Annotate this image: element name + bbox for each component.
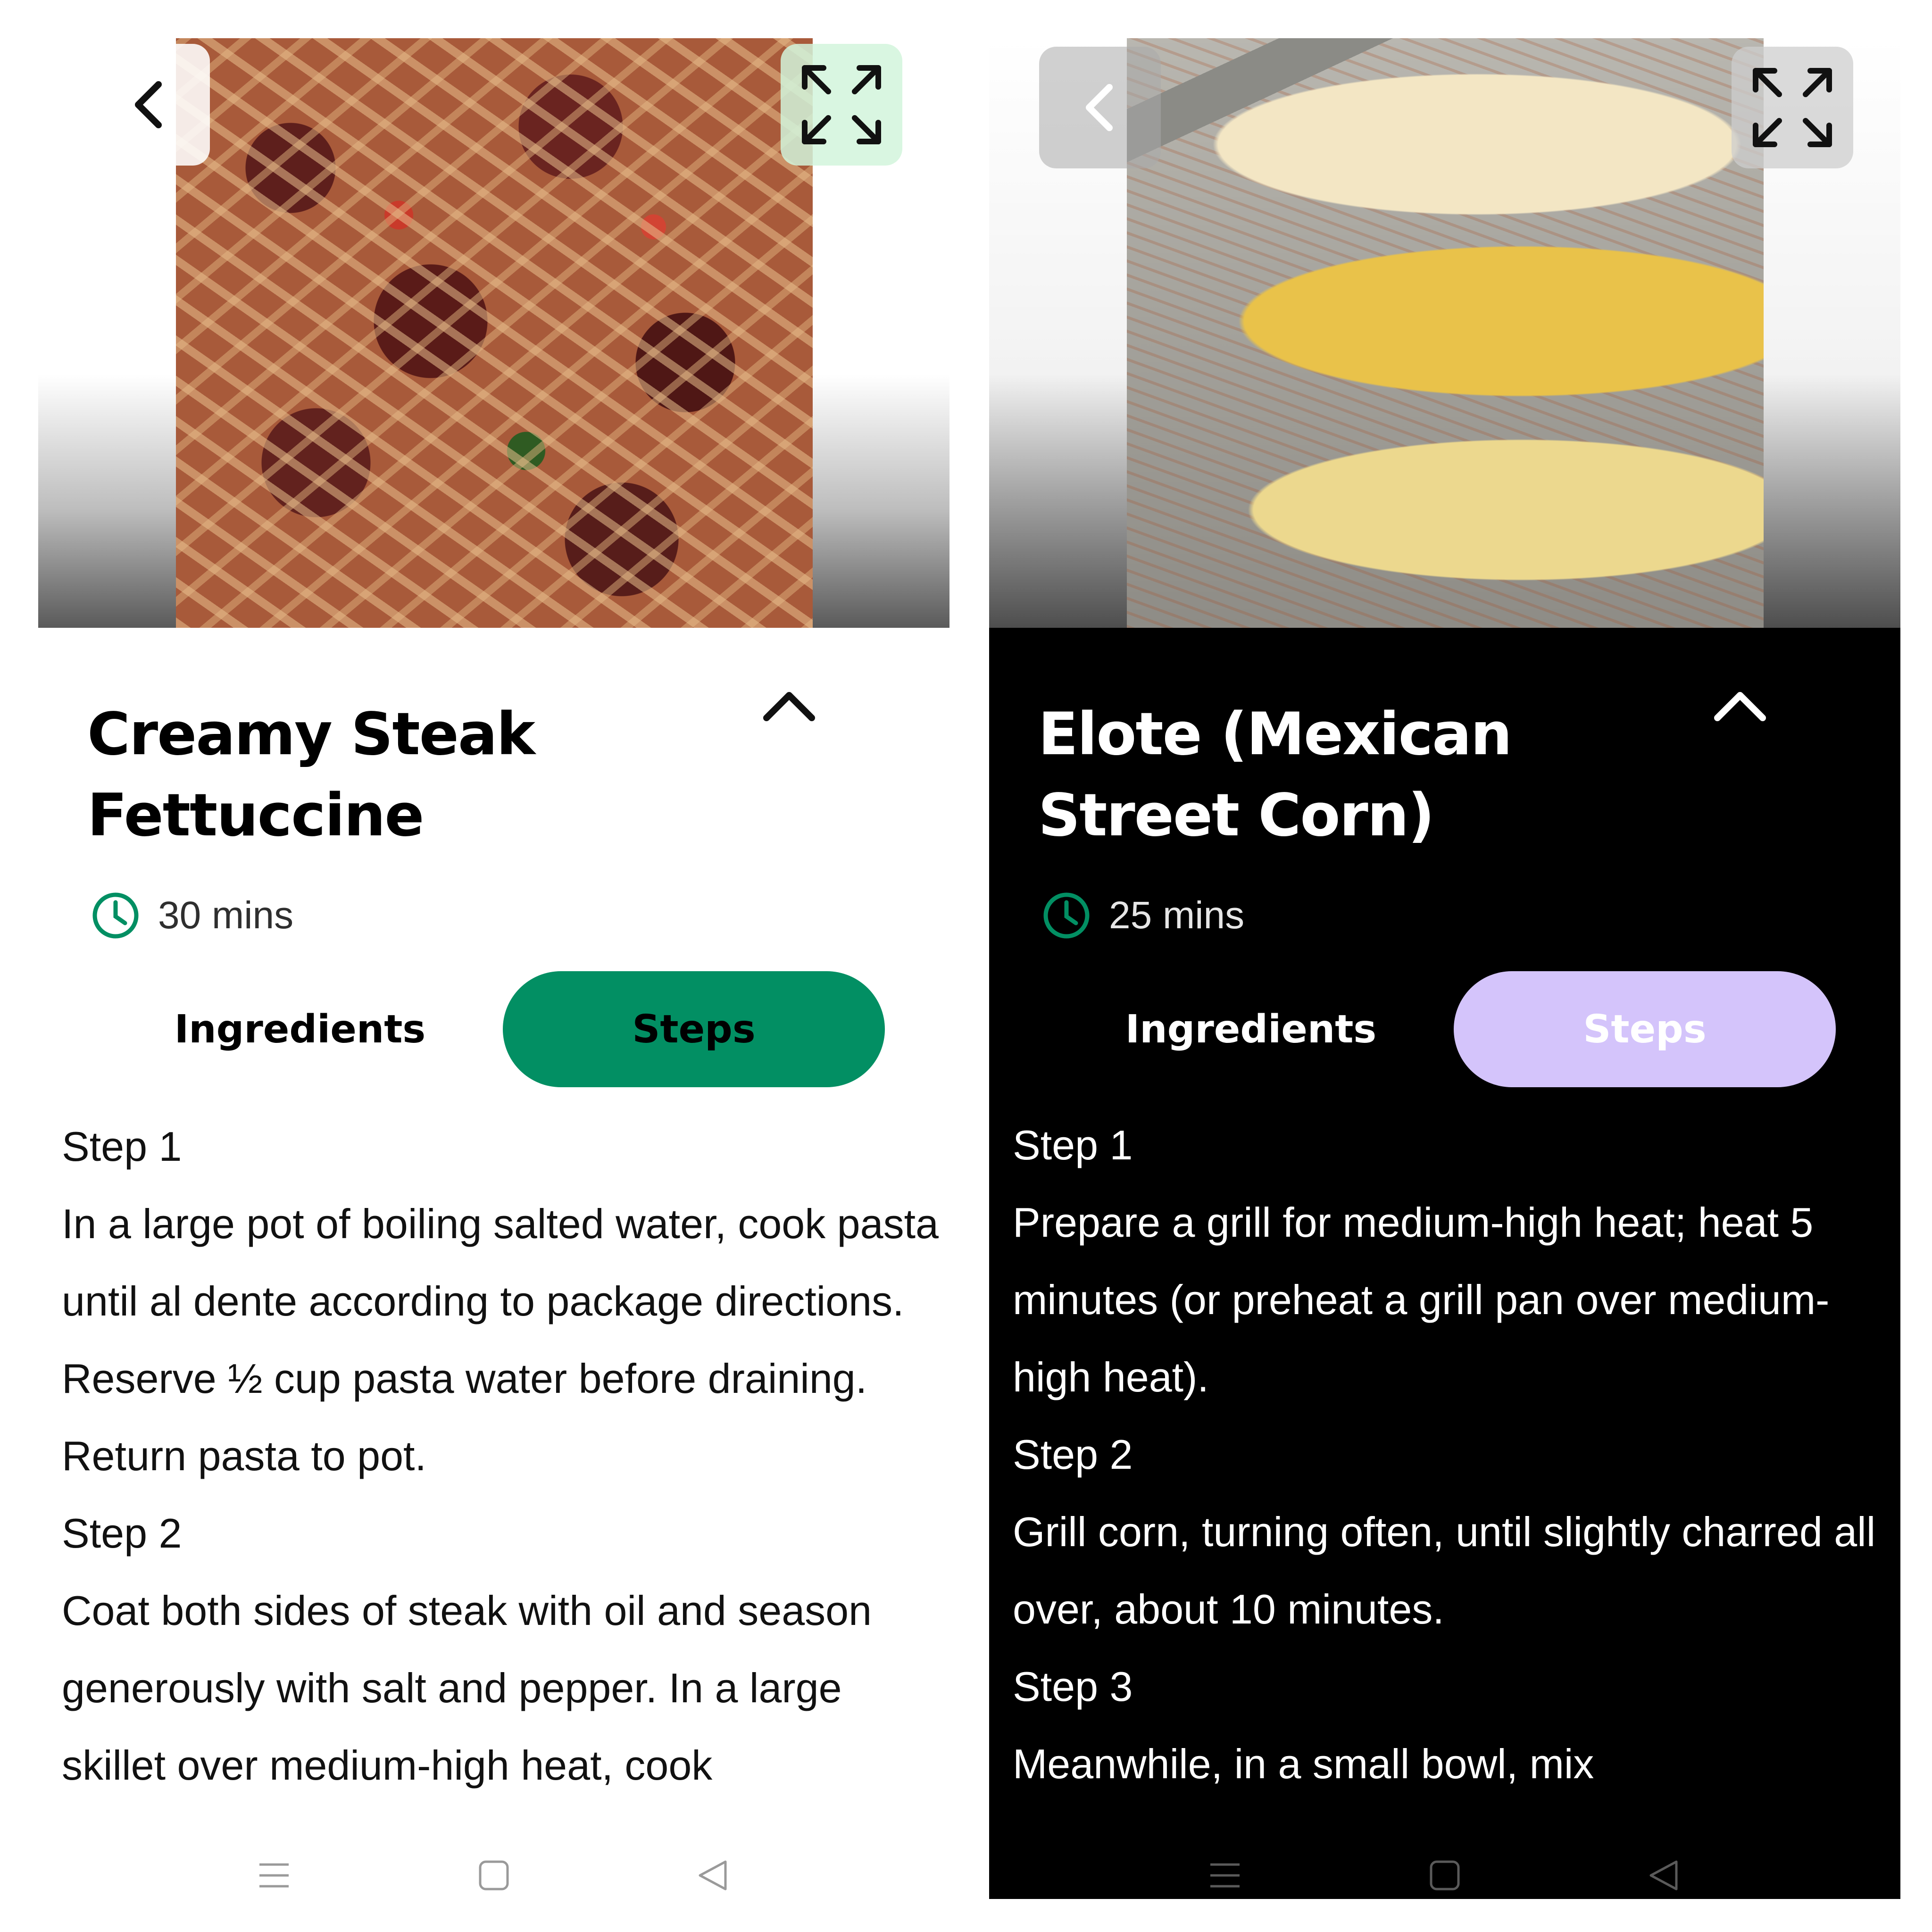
nav-home-button[interactable] [1421,1852,1468,1899]
expand-button[interactable] [781,44,902,166]
menu-icon [1210,1863,1240,1888]
steps-list: Step 1 Prepare a grill for medium-high h… [1013,1107,1890,1803]
nav-back-button[interactable] [689,1852,736,1899]
recipe-screen-dark: Elote (Mexican Street Corn) 25 mins Ingr… [989,38,1900,1899]
recipe-hero [989,38,1900,628]
back-button[interactable] [1039,47,1161,168]
step-text: Grill corn, turning often, until slightl… [1013,1508,1876,1632]
chevron-left-icon [135,81,162,128]
step-label: Step 2 [62,1510,182,1557]
tab-ingredients[interactable]: Ingredients [1060,971,1442,1087]
back-icon [1649,1860,1678,1890]
collapse-button[interactable] [1702,668,1778,743]
tab-steps[interactable]: Steps [503,971,885,1087]
step-text: Coat both sides of steak with oil and se… [62,1587,872,1789]
home-icon [479,1860,509,1890]
cook-time: 25 mins [1038,887,1244,944]
tab-steps[interactable]: Steps [1454,971,1836,1087]
clock-icon [87,887,144,944]
expand-icon [1753,68,1832,147]
back-button[interactable] [88,44,210,166]
step-text: In a large pot of boiling salted water, … [62,1200,939,1479]
system-nav-bar [989,1852,1900,1899]
recipe-hero [38,38,949,628]
cook-time: 30 mins [87,887,293,944]
step-text: Prepare a grill for medium-high heat; he… [1013,1199,1830,1400]
expand-icon [802,65,881,144]
menu-icon [259,1863,289,1888]
home-icon [1430,1860,1460,1890]
recipe-title: Elote (Mexican Street Corn) [1038,700,1512,849]
chevron-up-icon [763,692,815,721]
nav-home-button[interactable] [470,1852,517,1899]
back-icon [699,1860,727,1890]
step-label: Step 1 [1013,1122,1133,1168]
chevron-up-icon [1714,692,1766,721]
clock-icon [1038,887,1095,944]
step-label: Step 2 [1013,1431,1133,1478]
recipe-title: Creamy Steak Fettuccine [87,700,535,849]
cook-time-text: 25 mins [1109,894,1245,937]
chevron-left-icon [1086,84,1113,131]
step-label: Step 3 [1013,1663,1133,1710]
cook-time-text: 30 mins [158,894,294,937]
recipe-screen-light: Creamy Steak Fettuccine 30 mins Ingredie… [38,38,949,1899]
expand-button[interactable] [1732,47,1853,168]
system-nav-bar [38,1852,949,1899]
nav-menu-button[interactable] [1201,1852,1249,1899]
nav-menu-button[interactable] [250,1852,298,1899]
tab-ingredients[interactable]: Ingredients [109,971,491,1087]
recipe-photo [176,38,813,628]
step-label: Step 1 [62,1123,182,1170]
collapse-button[interactable] [751,668,827,743]
steps-list: Step 1 In a large pot of boiling salted … [62,1108,939,1804]
recipe-photo [1127,38,1764,628]
step-text: Meanwhile, in a small bowl, mix [1013,1740,1594,1787]
nav-back-button[interactable] [1640,1852,1687,1899]
